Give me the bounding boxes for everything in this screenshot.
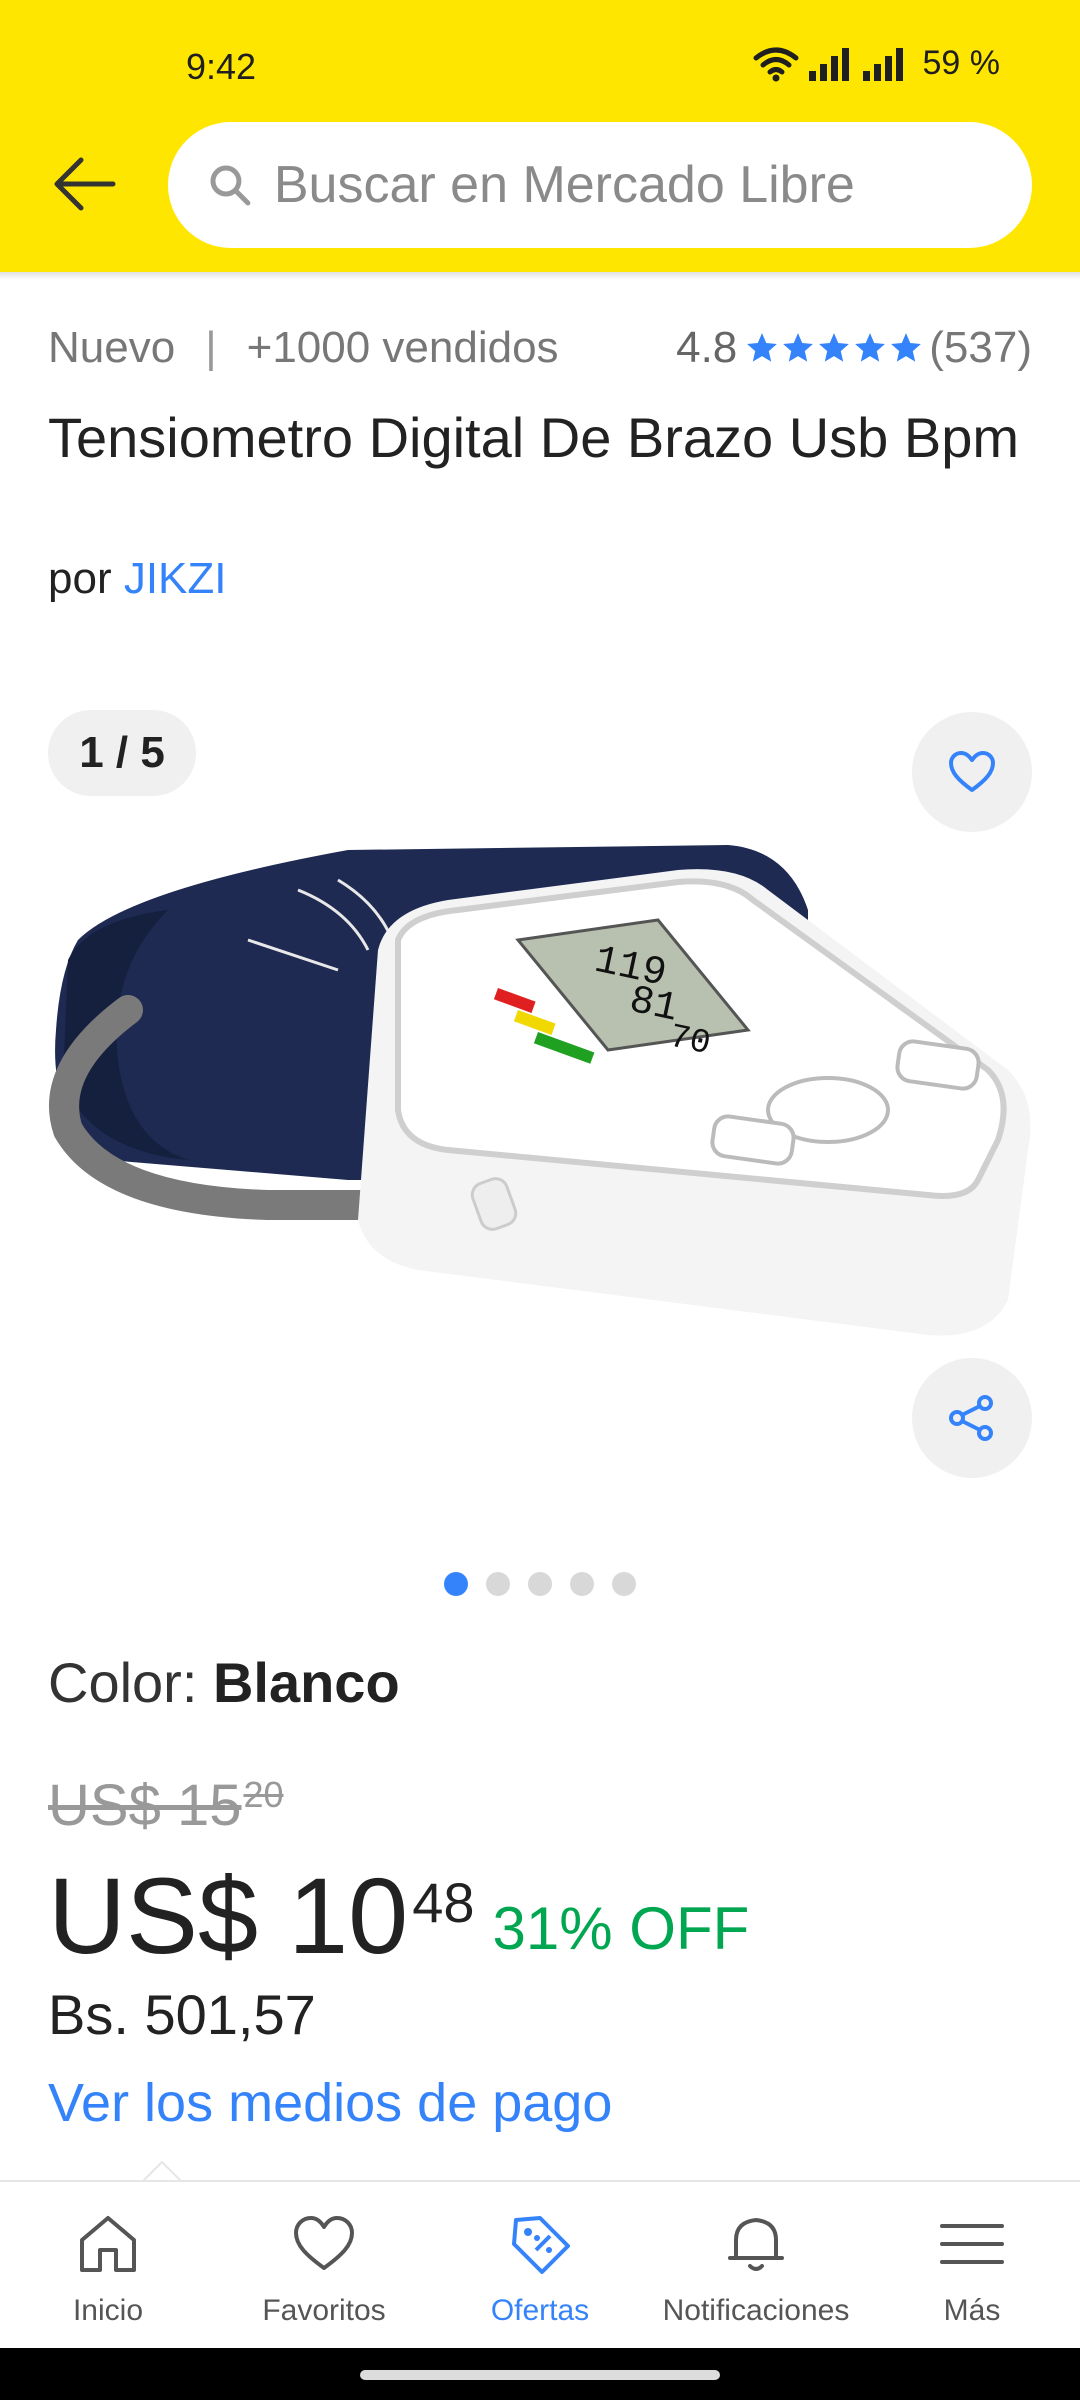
home-indicator[interactable]	[360, 2370, 720, 2380]
status-time: 9:42	[186, 46, 257, 87]
current-price: US$ 10 48 31% OFF	[48, 1856, 749, 1976]
product-meta: Nuevo | +1000 vendidos 4.8 (537)	[48, 318, 1032, 378]
menu-icon	[940, 2224, 1004, 2264]
heart-icon	[949, 751, 995, 792]
meta-separator: |	[205, 323, 217, 372]
share-button[interactable]	[912, 1358, 1032, 1478]
nav-item-mas[interactable]: Más	[864, 2182, 1080, 2348]
product-gallery[interactable]: 1 / 5 119 81 70	[0, 690, 1080, 1560]
status-icons: 59 %	[753, 44, 1001, 83]
favorite-button[interactable]	[912, 712, 1032, 832]
condition-label: Nuevo	[48, 323, 176, 372]
bottom-navigation: Inicio Favoritos Ofertas Notificaciones …	[0, 2180, 1080, 2348]
pagination-dot[interactable]	[444, 1572, 468, 1596]
battery-level: 59 %	[922, 44, 1001, 82]
star-icon	[855, 333, 886, 362]
wifi-icon	[753, 47, 798, 81]
nav-caret	[142, 2160, 182, 2182]
image-counter: 1 / 5	[48, 710, 196, 796]
original-price: US$ 15 20	[48, 1772, 284, 1839]
product-title: Tensiometro Digital De Brazo Usb Bpm	[48, 406, 1020, 469]
app-header: 9:42 59 %	[0, 0, 1080, 272]
pagination-dot[interactable]	[570, 1572, 594, 1596]
share-icon	[949, 1395, 993, 1441]
nav-label: Más	[943, 2294, 1001, 2327]
review-count: (537)	[929, 323, 1032, 372]
star-icon	[891, 333, 922, 362]
condition-sold: Nuevo | +1000 vendidos	[48, 323, 559, 373]
search-input[interactable]	[273, 155, 1032, 215]
home-icon	[80, 2216, 136, 2272]
brand-link[interactable]: JIKZI	[124, 554, 227, 603]
nav-item-notificaciones[interactable]: Notificaciones	[648, 2182, 864, 2348]
signal-icon	[808, 47, 849, 81]
rating-value: 4.8	[676, 323, 738, 372]
brand-line: por JIKZI	[48, 554, 227, 604]
color-selection: Color: Blanco	[48, 1650, 400, 1715]
nav-item-ofertas[interactable]: Ofertas	[432, 2182, 648, 2348]
price-cents: 48	[412, 1871, 475, 1934]
bell-icon	[728, 2218, 784, 2271]
nav-label: Favoritos	[262, 2294, 386, 2327]
sold-count: +1000 vendidos	[246, 323, 559, 372]
arrow-left-icon	[54, 157, 116, 211]
star-icon	[783, 333, 814, 362]
star-icon	[819, 333, 850, 362]
nav-label: Inicio	[72, 2294, 144, 2327]
local-currency-price: Bs. 501,57	[48, 1983, 316, 2046]
nav-item-inicio[interactable]: Inicio	[0, 2182, 216, 2348]
rating-summary[interactable]: 4.8 (537)	[676, 323, 1032, 373]
pagination-dot[interactable]	[486, 1572, 510, 1596]
nav-label: Notificaciones	[662, 2294, 850, 2327]
search-bar[interactable]	[168, 122, 1032, 248]
rating-stars	[745, 331, 923, 365]
discount-badge: 31% OFF	[492, 1895, 750, 1962]
nav-label: Ofertas	[490, 2294, 590, 2327]
back-button[interactable]	[46, 152, 122, 216]
gallery-pagination	[0, 1572, 1080, 1596]
tag-icon	[512, 2216, 570, 2274]
signal-icon	[862, 47, 903, 81]
heart-icon	[294, 2216, 354, 2270]
original-price-whole: US$ 15	[48, 1773, 242, 1838]
by-prefix: por	[48, 554, 112, 603]
original-price-cents: 20	[243, 1774, 284, 1815]
star-icon	[747, 333, 778, 362]
search-icon	[210, 165, 251, 206]
nav-item-favoritos[interactable]: Favoritos	[216, 2182, 432, 2348]
device-s-button	[710, 1114, 796, 1166]
device-m-button	[895, 1039, 981, 1091]
product-image[interactable]: 119 81 70	[48, 820, 1032, 1380]
price-whole: US$ 10	[48, 1855, 409, 1976]
header-shadow	[0, 272, 1080, 280]
color-label: Color:	[48, 1651, 198, 1714]
pagination-dot[interactable]	[612, 1572, 636, 1596]
pagination-dot[interactable]	[528, 1572, 552, 1596]
status-bar: 9:42 59 %	[0, 0, 1080, 120]
payment-methods-link[interactable]: Ver los medios de pago	[48, 2072, 612, 2134]
color-value: Blanco	[212, 1651, 400, 1714]
